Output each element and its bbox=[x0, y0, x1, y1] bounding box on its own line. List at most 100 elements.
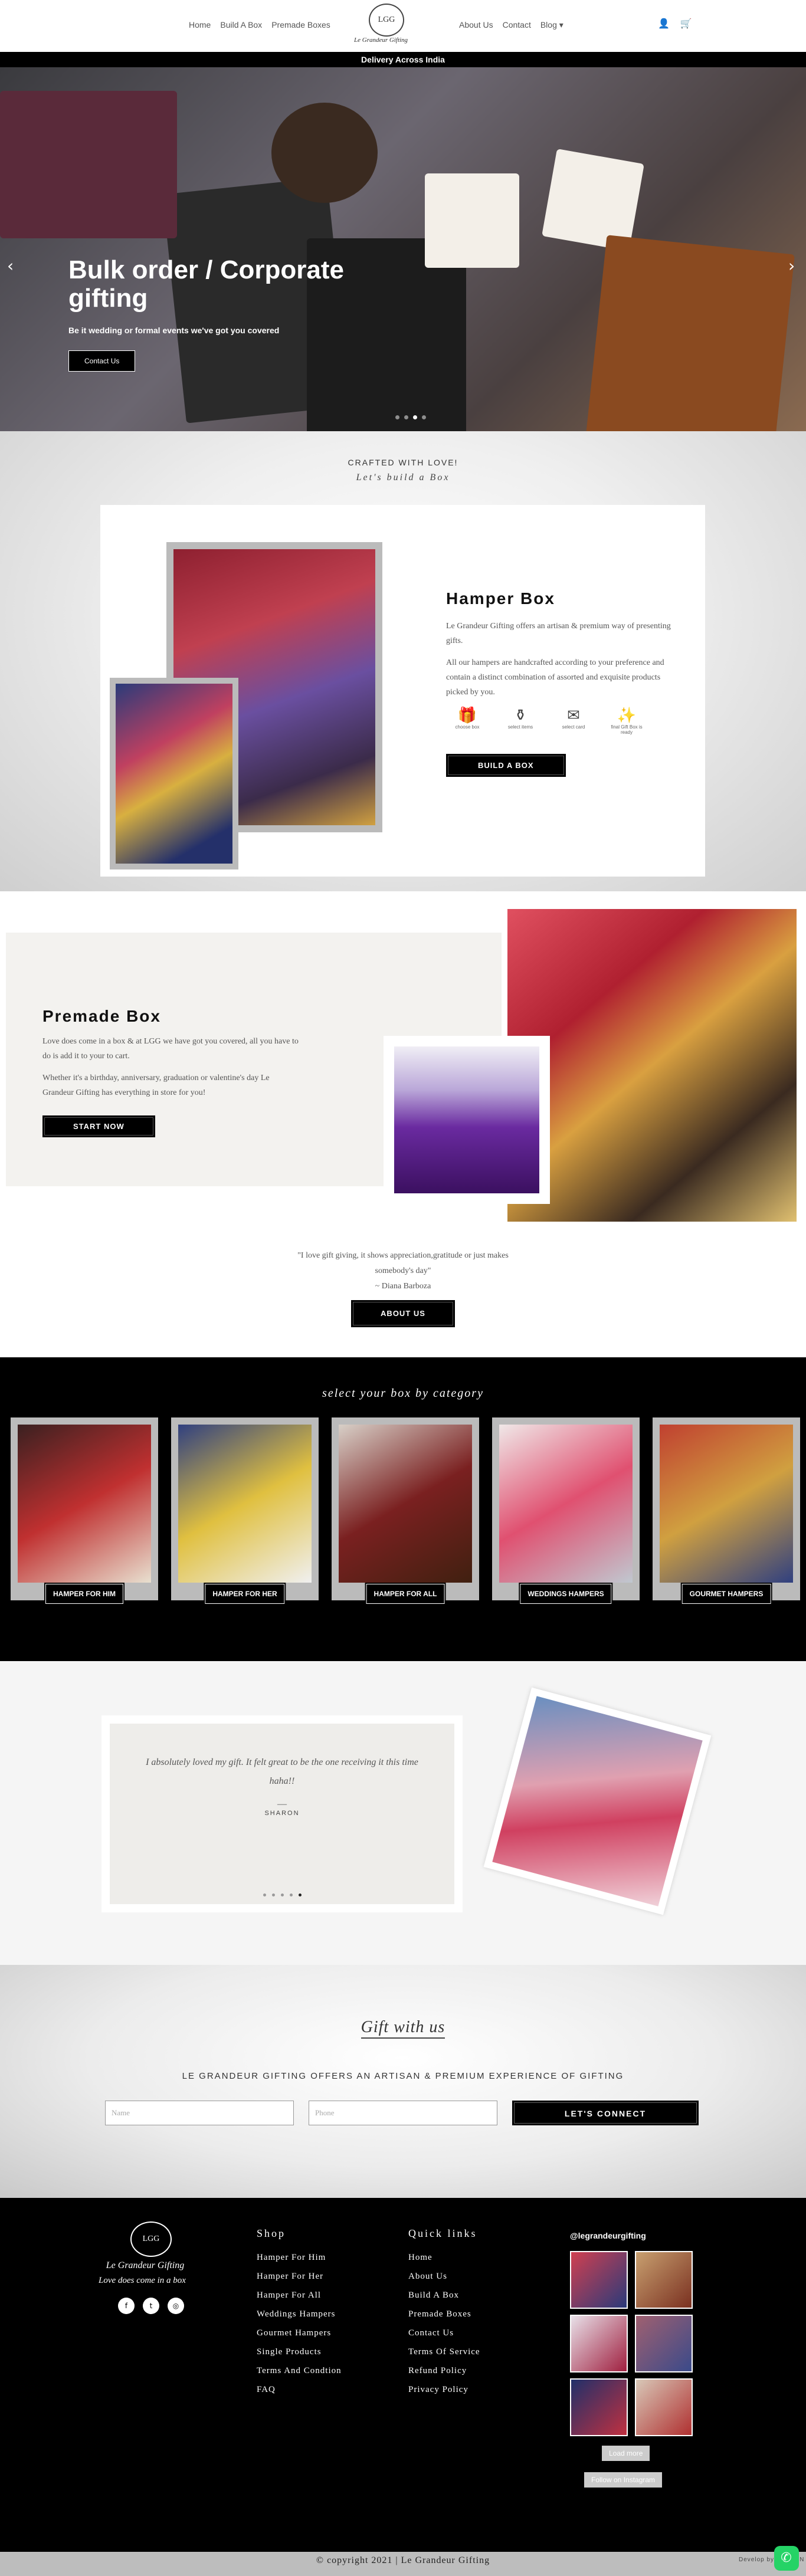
step-label: select card bbox=[562, 724, 585, 730]
nav-premade-boxes[interactable]: Premade Boxes bbox=[271, 20, 330, 29]
category-label[interactable]: WEDDINGS HAMPERS bbox=[519, 1583, 613, 1605]
hamper-para2: All our hampers are handcrafted accordin… bbox=[446, 658, 664, 697]
slider-dot-active[interactable] bbox=[413, 415, 417, 419]
nav-blog[interactable]: Blog ▾ bbox=[540, 20, 563, 30]
logo-wreath: LGG bbox=[369, 4, 404, 37]
footer-link[interactable]: Home bbox=[408, 2248, 480, 2267]
whatsapp-icon[interactable]: ✆ bbox=[774, 2546, 799, 2571]
footer-link[interactable]: Premade Boxes bbox=[408, 2305, 480, 2324]
hero-text: Bulk order / Corporate gifting Be it wed… bbox=[68, 256, 352, 372]
footer-link[interactable]: Privacy Policy bbox=[408, 2380, 480, 2399]
footer-link[interactable]: Terms And Condtion bbox=[257, 2361, 342, 2380]
cart-icon[interactable]: 🛒 bbox=[680, 18, 692, 29]
start-now-button[interactable]: START NOW bbox=[42, 1115, 155, 1137]
category-image bbox=[660, 1425, 793, 1583]
copyright-text: © copyright 2021 | Le Grandeur Gifting bbox=[316, 2555, 490, 2565]
footer-link[interactable]: Contact Us bbox=[408, 2324, 480, 2342]
category-card[interactable]: HAMPER FOR HER bbox=[171, 1417, 319, 1605]
nav-contact[interactable]: Contact bbox=[503, 20, 531, 30]
instagram-post[interactable] bbox=[570, 2251, 628, 2309]
hero-title: Bulk order / Corporate gifting bbox=[68, 255, 344, 313]
category-image bbox=[499, 1425, 633, 1583]
user-icon[interactable]: 👤 bbox=[658, 18, 670, 29]
category-card[interactable]: GOURMET HAMPERS bbox=[653, 1417, 800, 1605]
category-label[interactable]: HAMPER FOR HIM bbox=[44, 1583, 124, 1605]
step-label: final Gift Box is ready bbox=[611, 724, 643, 735]
name-input[interactable]: Name bbox=[105, 2101, 294, 2125]
premade-para2: Whether it's a birthday, anniversary, gr… bbox=[42, 1074, 270, 1097]
footer-link[interactable]: Gourmet Hampers bbox=[257, 2324, 342, 2342]
footer-link[interactable]: Hamper For Him bbox=[257, 2248, 342, 2267]
testimonial-dot[interactable] bbox=[289, 1894, 293, 1896]
nav-left: Home Build A Box Premade Boxes bbox=[189, 20, 330, 29]
footer-link[interactable]: Hamper For All bbox=[257, 2286, 342, 2305]
quote-author: ~ Diana Barboza bbox=[375, 1282, 431, 1291]
nav-build-a-box[interactable]: Build A Box bbox=[220, 20, 262, 29]
instagram-post[interactable] bbox=[635, 2315, 693, 2372]
gift-heading: Gift with us bbox=[0, 2018, 806, 2039]
quote-text: "I love gift giving, it shows appreciati… bbox=[297, 1251, 509, 1275]
footer-quick-links: Quick links Home About Us Build A Box Pr… bbox=[408, 2227, 480, 2399]
hamper-image-small bbox=[110, 678, 238, 869]
testimonial-dot[interactable] bbox=[271, 1894, 275, 1896]
category-card[interactable]: WEDDINGS HAMPERS bbox=[492, 1417, 640, 1605]
premade-section: Premade Box Love does come in a box & at… bbox=[0, 891, 806, 1357]
testimonial-dot-active[interactable] bbox=[298, 1894, 302, 1896]
footer-link[interactable]: Refund Policy bbox=[408, 2361, 480, 2380]
footer-link[interactable]: Build A Box bbox=[408, 2286, 480, 2305]
footer-link[interactable]: Terms Of Service bbox=[408, 2342, 480, 2361]
nav-blog-label: Blog bbox=[540, 20, 557, 29]
slider-prev-arrow[interactable]: ‹ bbox=[7, 256, 14, 275]
footer-link[interactable]: Weddings Hampers bbox=[257, 2305, 342, 2324]
step-label: choose box bbox=[455, 724, 480, 730]
twitter-icon[interactable]: t bbox=[143, 2298, 159, 2314]
instagram-post[interactable] bbox=[570, 2315, 628, 2372]
nav-about[interactable]: About Us bbox=[459, 20, 493, 30]
footer-brand: LGG Le Grandeur Gifting Love does come i… bbox=[99, 2221, 186, 2314]
phone-input[interactable]: Phone bbox=[309, 2101, 497, 2125]
instagram-post[interactable] bbox=[635, 2378, 693, 2436]
footer-link[interactable]: About Us bbox=[408, 2267, 480, 2286]
category-card[interactable]: HAMPER FOR ALL bbox=[332, 1417, 479, 1605]
site-logo[interactable]: LGG Le Grandeur Gifting bbox=[354, 4, 408, 44]
category-label[interactable]: GOURMET HAMPERS bbox=[680, 1583, 772, 1605]
testimonial-dot[interactable] bbox=[280, 1894, 284, 1896]
slider-dot[interactable] bbox=[422, 415, 426, 419]
category-card[interactable]: HAMPER FOR HIM bbox=[11, 1417, 158, 1605]
slider-dot[interactable] bbox=[395, 415, 399, 419]
gift-with-us-section: Gift with us LE GRANDEUR GIFTING OFFERS … bbox=[0, 1965, 806, 2198]
step-select-items: ⚱ select items bbox=[499, 707, 542, 735]
build-a-box-button[interactable]: BUILD A BOX bbox=[446, 754, 566, 777]
facebook-icon[interactable]: f bbox=[118, 2298, 135, 2314]
hero-image-card2 bbox=[542, 149, 644, 251]
category-label[interactable]: HAMPER FOR HER bbox=[204, 1583, 286, 1605]
testimonial-dot[interactable] bbox=[263, 1894, 266, 1896]
instagram-post[interactable] bbox=[635, 2251, 693, 2309]
lets-connect-button[interactable]: LET'S CONNECT bbox=[512, 2101, 699, 2125]
footer-link[interactable]: Single Products bbox=[257, 2342, 342, 2361]
category-image bbox=[178, 1425, 312, 1583]
slider-dot[interactable] bbox=[404, 415, 408, 419]
hero-image-jar bbox=[271, 103, 378, 203]
follow-instagram-button[interactable]: Follow on Instagram bbox=[584, 2472, 663, 2488]
load-more-button[interactable]: Load more bbox=[602, 2446, 650, 2461]
step-select-card: ✉ select card bbox=[552, 707, 595, 735]
hero-slider: Bulk order / Corporate gifting Be it wed… bbox=[0, 67, 806, 431]
footer-link[interactable]: FAQ bbox=[257, 2380, 342, 2399]
instagram-post[interactable] bbox=[570, 2378, 628, 2436]
testimonial-section: I absolutely loved my gift. It felt grea… bbox=[0, 1661, 806, 1965]
slider-next-arrow[interactable]: › bbox=[788, 256, 795, 275]
premade-image-large bbox=[507, 909, 797, 1222]
instagram-icon[interactable]: ◎ bbox=[168, 2298, 184, 2314]
slider-dots bbox=[395, 415, 426, 419]
hero-contact-button[interactable]: Contact Us bbox=[68, 350, 136, 372]
instagram-handle[interactable]: @legrandeurgifting bbox=[570, 2231, 693, 2240]
about-us-button[interactable]: ABOUT US bbox=[351, 1300, 455, 1327]
hero-image-box bbox=[0, 91, 177, 238]
nav-home[interactable]: Home bbox=[189, 20, 211, 29]
footer-link[interactable]: Hamper For Her bbox=[257, 2267, 342, 2286]
category-label[interactable]: HAMPER FOR ALL bbox=[365, 1583, 446, 1605]
step-choose-box: 🎁 choose box bbox=[446, 707, 489, 735]
footer-logo[interactable]: LGG bbox=[130, 2221, 172, 2257]
footer-tagline: Love does come in a box bbox=[99, 2276, 186, 2285]
